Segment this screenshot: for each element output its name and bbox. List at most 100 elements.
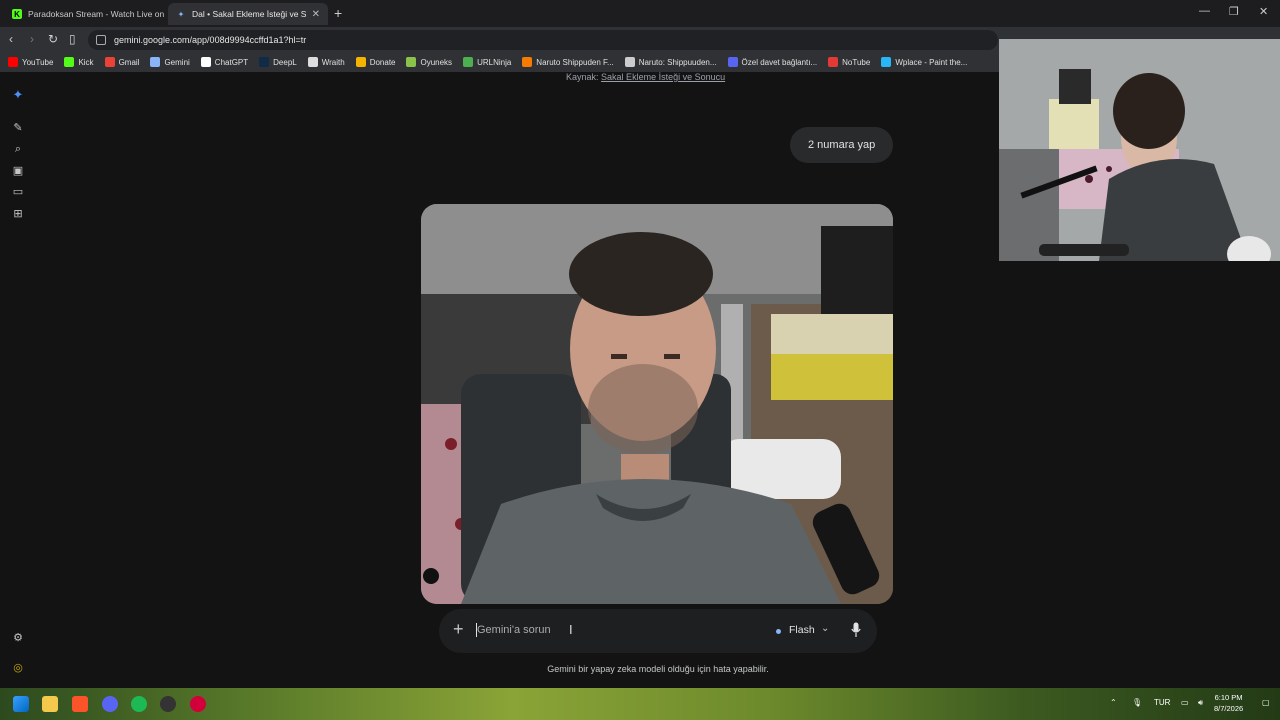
site-info-icon[interactable]: [96, 35, 106, 45]
gemini-icon: ✦: [177, 9, 185, 19]
gemini-logo-icon[interactable]: ✦: [11, 87, 25, 102]
tab-gemini[interactable]: ✦ Dal • Sakal Ekleme İsteği ve Sonu ✕: [168, 3, 328, 25]
bookmark-item[interactable]: Gmail: [104, 57, 140, 67]
minimize-icon[interactable]: —: [1199, 5, 1210, 17]
add-attachment-icon[interactable]: +: [453, 619, 464, 640]
source-link[interactable]: Sakal Ekleme İsteği ve Sonucu: [601, 72, 725, 82]
spotify-icon[interactable]: [131, 696, 147, 712]
webcam-overlay: [999, 39, 1280, 261]
bookmark-item[interactable]: Wplace - Paint the...: [881, 57, 967, 67]
file-explorer-icon[interactable]: [42, 696, 58, 712]
user-message-text: 2 numara yap: [808, 139, 876, 151]
address-bar[interactable]: gemini.google.com/app/008d9994ccffd1a1?h…: [88, 30, 998, 50]
chevron-down-icon[interactable]: ⌄: [821, 623, 829, 634]
bookmark-favicon-icon: [355, 57, 366, 67]
generated-photo-illustration: [421, 204, 893, 604]
new-chat-icon[interactable]: ✎: [11, 120, 25, 134]
bookmark-item[interactable]: Donate: [355, 57, 396, 67]
user-message-bubble: 2 numara yap: [790, 127, 894, 163]
tab-strip: K Paradoksan Stream - Watch Live on K ✦ …: [0, 0, 1280, 27]
bookmark-label: Donate: [369, 57, 396, 67]
bookmark-favicon-icon: [406, 57, 417, 67]
webcam-feed-illustration: [999, 39, 1280, 261]
bookmark-label: Gemini: [164, 57, 190, 67]
bookmark-favicon-icon: [463, 57, 474, 67]
network-icon[interactable]: ▭: [1181, 698, 1189, 707]
new-tab-button[interactable]: +: [334, 5, 342, 21]
bookmark-label: Özel davet bağlantı...: [741, 57, 818, 67]
bookmark-item[interactable]: DeepL: [259, 57, 297, 67]
bookmark-favicon-icon: [828, 57, 839, 67]
bookmark-label: DeepL: [273, 57, 297, 67]
search-icon[interactable]: ⌕: [11, 142, 25, 156]
bookmark-favicon-icon: [522, 57, 533, 67]
bookmark-item[interactable]: YouTube: [8, 57, 53, 67]
bookmark-item[interactable]: Özel davet bağlantı...: [727, 57, 818, 67]
tab-label: Dal • Sakal Ekleme İsteği ve Sonu: [192, 9, 306, 19]
close-tab-icon[interactable]: ✕: [312, 9, 320, 20]
opera-icon[interactable]: [190, 696, 206, 712]
close-window-icon[interactable]: ✕: [1259, 5, 1268, 18]
tab-kick-stream[interactable]: K Paradoksan Stream - Watch Live on K: [4, 3, 164, 25]
obs-icon[interactable]: [160, 696, 176, 712]
brave-browser-icon[interactable]: [72, 696, 88, 712]
bookmark-label: Naruto: Shippuuden...: [638, 57, 717, 67]
tab-label: Paradoksan Stream - Watch Live on K: [28, 9, 164, 19]
bookmark-favicon-icon: [104, 57, 115, 67]
kick-icon: K: [12, 9, 22, 19]
bookmark-item[interactable]: Gemini: [150, 57, 190, 67]
i-beam-cursor-icon: Ι: [569, 622, 573, 637]
tray-overflow-icon[interactable]: ⌃: [1110, 698, 1117, 707]
reload-icon[interactable]: ↻: [48, 32, 58, 46]
apps-icon[interactable]: ⊞: [11, 206, 25, 220]
gems-icon[interactable]: ▭: [11, 184, 25, 198]
bookmark-icon[interactable]: ▯: [69, 32, 76, 46]
forward-icon[interactable]: ›: [30, 32, 34, 46]
volume-icon[interactable]: 🔊︎: [1198, 698, 1203, 708]
notification-icon[interactable]: ▢: [1262, 698, 1270, 707]
bookmark-label: Oyuneks: [420, 57, 453, 67]
bookmark-item[interactable]: Naruto Shippuden F...: [522, 57, 614, 67]
url-text: gemini.google.com/app/008d9994ccffd1a1?h…: [114, 35, 307, 45]
bookmark-label: Wraith: [321, 57, 345, 67]
bookmark-item[interactable]: URLNinja: [463, 57, 511, 67]
source-prefix: Kaynak:: [566, 72, 599, 82]
clock-time: 6:10 PM: [1214, 693, 1243, 702]
prompt-input-bar[interactable]: + Gemini'a sorun Ι Flash ⌄: [439, 609, 877, 653]
bookmark-label: ChatGPT: [214, 57, 249, 67]
bookmark-label: Naruto Shippuden F...: [536, 57, 614, 67]
bookmark-favicon-icon: [64, 57, 75, 67]
back-icon[interactable]: ‹: [9, 32, 13, 46]
generated-image[interactable]: [421, 204, 893, 604]
bookmark-favicon-icon: [259, 57, 270, 67]
discord-icon[interactable]: [102, 696, 118, 712]
microphone-icon[interactable]: [851, 622, 861, 638]
restore-icon[interactable]: ❐: [1229, 5, 1239, 18]
bookmark-item[interactable]: Oyuneks: [406, 57, 452, 67]
windows-start-icon[interactable]: [13, 696, 29, 712]
gallery-icon[interactable]: ▣: [11, 163, 25, 177]
source-citation: Kaynak: Sakal Ekleme İsteği ve Sonucu: [566, 72, 725, 82]
clock-date: 8/7/2026: [1214, 704, 1244, 713]
prompt-placeholder[interactable]: Gemini'a sorun: [477, 624, 551, 636]
tray-mic-icon[interactable]: 🎙︎: [1132, 698, 1142, 707]
bookmark-item[interactable]: Naruto: Shippuuden...: [624, 57, 717, 67]
taskbar-clock[interactable]: 6:10 PM 8/7/2026: [1214, 692, 1243, 714]
settings-icon[interactable]: ⚙: [11, 630, 25, 644]
bookmark-label: Wplace - Paint the...: [895, 57, 968, 67]
language-indicator[interactable]: TUR: [1154, 698, 1170, 707]
bookmark-favicon-icon: [8, 57, 18, 67]
model-selector[interactable]: Flash: [789, 624, 815, 636]
bookmark-favicon-icon: [150, 57, 161, 67]
bookmark-item[interactable]: Kick: [64, 57, 94, 67]
bookmark-item[interactable]: NoTube: [828, 57, 870, 67]
bookmark-favicon-icon: [881, 57, 892, 67]
model-indicator-dot: [776, 629, 781, 634]
bookmark-item[interactable]: ChatGPT: [200, 57, 249, 67]
bookmark-item[interactable]: Wraith: [307, 57, 345, 67]
bookmark-label: Gmail: [118, 57, 140, 67]
bookmark-favicon-icon: [624, 57, 635, 67]
bookmark-label: URLNinja: [477, 57, 512, 67]
bookmark-label: YouTube: [22, 57, 54, 67]
side-rail: ✦ ✎ ⌕ ▣ ▭ ⊞ ⚙ ◎: [0, 72, 36, 688]
